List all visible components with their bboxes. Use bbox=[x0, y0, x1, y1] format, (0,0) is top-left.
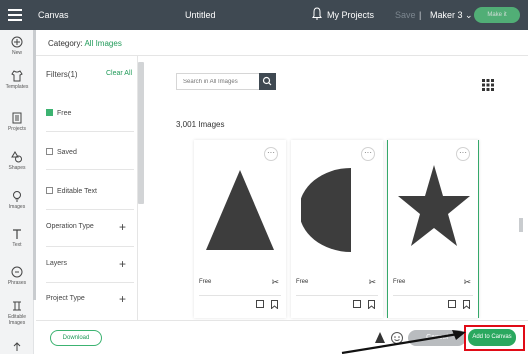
filters-title: Filters(1) bbox=[46, 70, 78, 79]
filter-panel: Filters(1) Clear All Free Saved Editable… bbox=[36, 56, 138, 320]
card-label: Free bbox=[199, 279, 212, 285]
category-value[interactable]: All Images bbox=[84, 39, 121, 48]
image-card-half-circle[interactable]: ··· Free ✂ bbox=[291, 140, 383, 318]
checkbox-icon[interactable] bbox=[256, 300, 264, 308]
more-options-icon[interactable]: ··· bbox=[264, 147, 278, 161]
top-bar: Canvas Untitled My Projects Save | Maker… bbox=[0, 0, 528, 30]
filter-divider bbox=[46, 209, 134, 210]
filter-divider bbox=[46, 246, 134, 247]
clear-all-link[interactable]: Clear All bbox=[106, 70, 132, 77]
filter-divider bbox=[46, 169, 134, 170]
pointer-arrow-icon bbox=[341, 330, 466, 354]
filter-divider bbox=[46, 131, 134, 132]
rail-label: Editable Images bbox=[7, 314, 27, 326]
topbar-divider: | bbox=[419, 10, 422, 20]
category-prefix: Category: bbox=[48, 39, 83, 48]
filter-editable-text[interactable]: Editable Text bbox=[46, 187, 136, 195]
rail-label: Images bbox=[8, 204, 26, 210]
expand-operation-type-icon[interactable]: + bbox=[119, 221, 126, 233]
left-rail: New Templates Projects Shapes Images Tex… bbox=[0, 30, 34, 354]
search-input[interactable] bbox=[176, 73, 260, 90]
rail-label: Shapes bbox=[8, 165, 26, 171]
bookmark-icon[interactable] bbox=[271, 300, 278, 309]
triangle-shape bbox=[206, 170, 274, 250]
machine-selector[interactable]: Maker 3 ⌄ bbox=[430, 10, 473, 21]
filter-label: Operation Type bbox=[46, 223, 94, 230]
rail-label: Templates bbox=[5, 84, 29, 90]
lightbulb-icon bbox=[13, 191, 21, 202]
rail-label: Phrases bbox=[7, 280, 27, 286]
bookmark-icon[interactable] bbox=[368, 300, 375, 309]
plus-circle-icon bbox=[11, 36, 23, 48]
make-it-button[interactable]: Make it bbox=[474, 7, 520, 23]
filter-divider bbox=[46, 282, 134, 283]
filter-scrollbar[interactable] bbox=[138, 62, 144, 204]
editable-images-icon bbox=[13, 301, 21, 311]
bell-icon[interactable] bbox=[312, 7, 322, 21]
checkbox-icon[interactable] bbox=[448, 300, 456, 308]
rail-item-more[interactable] bbox=[0, 342, 34, 354]
cut-scissors-icon: ✂ bbox=[368, 277, 376, 287]
cut-scissors-icon: ✂ bbox=[271, 277, 279, 287]
rail-item-new[interactable]: New bbox=[0, 36, 34, 56]
card-divider bbox=[199, 295, 281, 296]
my-projects-link[interactable]: My Projects bbox=[327, 10, 374, 20]
checkbox-icon[interactable] bbox=[353, 300, 361, 308]
hamburger-menu-icon[interactable] bbox=[8, 9, 22, 21]
editable-text-checkbox[interactable] bbox=[46, 187, 53, 194]
app-title: Canvas bbox=[38, 10, 69, 20]
text-icon bbox=[13, 229, 21, 239]
image-count: 3,001 Images bbox=[176, 120, 225, 129]
search-button[interactable] bbox=[259, 73, 276, 90]
rail-item-images[interactable]: Images bbox=[0, 190, 34, 210]
expand-project-type-icon[interactable]: + bbox=[119, 293, 126, 305]
main-scrollbar[interactable] bbox=[519, 218, 523, 232]
rail-label: Text bbox=[12, 242, 22, 248]
star-shape bbox=[398, 165, 470, 246]
download-button[interactable]: Download bbox=[50, 330, 102, 346]
filter-free[interactable]: Free bbox=[46, 109, 136, 117]
card-label: Free bbox=[296, 279, 309, 285]
filter-label: Free bbox=[57, 110, 72, 117]
grid-view-icon[interactable] bbox=[482, 79, 494, 91]
image-card-triangle[interactable]: ··· Free ✂ bbox=[194, 140, 286, 318]
rail-item-projects[interactable]: Projects bbox=[0, 112, 34, 132]
expand-layers-icon[interactable]: + bbox=[119, 258, 126, 270]
filter-label: Project Type bbox=[46, 295, 85, 302]
rail-item-editable-images[interactable]: Editable Images bbox=[0, 300, 34, 326]
rail-item-shapes[interactable]: Shapes bbox=[0, 151, 34, 171]
more-options-icon[interactable]: ··· bbox=[456, 147, 470, 161]
filter-label: Layers bbox=[46, 260, 68, 267]
upload-icon bbox=[13, 342, 21, 351]
category-header: Category: All Images bbox=[36, 30, 528, 56]
card-divider bbox=[393, 295, 473, 296]
shapes-icon bbox=[11, 151, 22, 163]
cut-scissors-icon: ✂ bbox=[463, 277, 471, 287]
rail-item-templates[interactable]: Templates bbox=[0, 70, 34, 90]
filter-label: Editable Text bbox=[57, 188, 97, 195]
category-label: Category: All Images bbox=[48, 39, 122, 48]
card-label: Free bbox=[393, 279, 406, 285]
chevron-down-icon: ⌄ bbox=[465, 10, 473, 20]
image-card-star[interactable]: ··· Free ✂ bbox=[387, 140, 479, 318]
rail-item-text[interactable]: Text bbox=[0, 228, 34, 248]
saved-checkbox[interactable] bbox=[46, 148, 53, 155]
shirt-icon bbox=[11, 70, 23, 82]
rail-item-phrases[interactable]: Phrases bbox=[0, 266, 34, 286]
save-link[interactable]: Save bbox=[395, 10, 416, 20]
phrases-icon bbox=[11, 266, 23, 278]
bookmark-icon[interactable] bbox=[463, 300, 470, 309]
rail-label: New bbox=[11, 50, 22, 56]
search-icon bbox=[262, 76, 272, 86]
free-checkbox[interactable] bbox=[46, 109, 53, 116]
filter-label: Saved bbox=[57, 149, 77, 156]
machine-name: Maker 3 bbox=[430, 10, 463, 20]
card-divider bbox=[296, 295, 378, 296]
rail-label: Projects bbox=[7, 126, 27, 132]
half-circle-shape bbox=[301, 168, 351, 252]
projects-icon bbox=[12, 112, 22, 124]
document-title[interactable]: Untitled bbox=[185, 10, 216, 20]
filter-saved[interactable]: Saved bbox=[46, 148, 136, 156]
more-options-icon[interactable]: ··· bbox=[361, 147, 375, 161]
